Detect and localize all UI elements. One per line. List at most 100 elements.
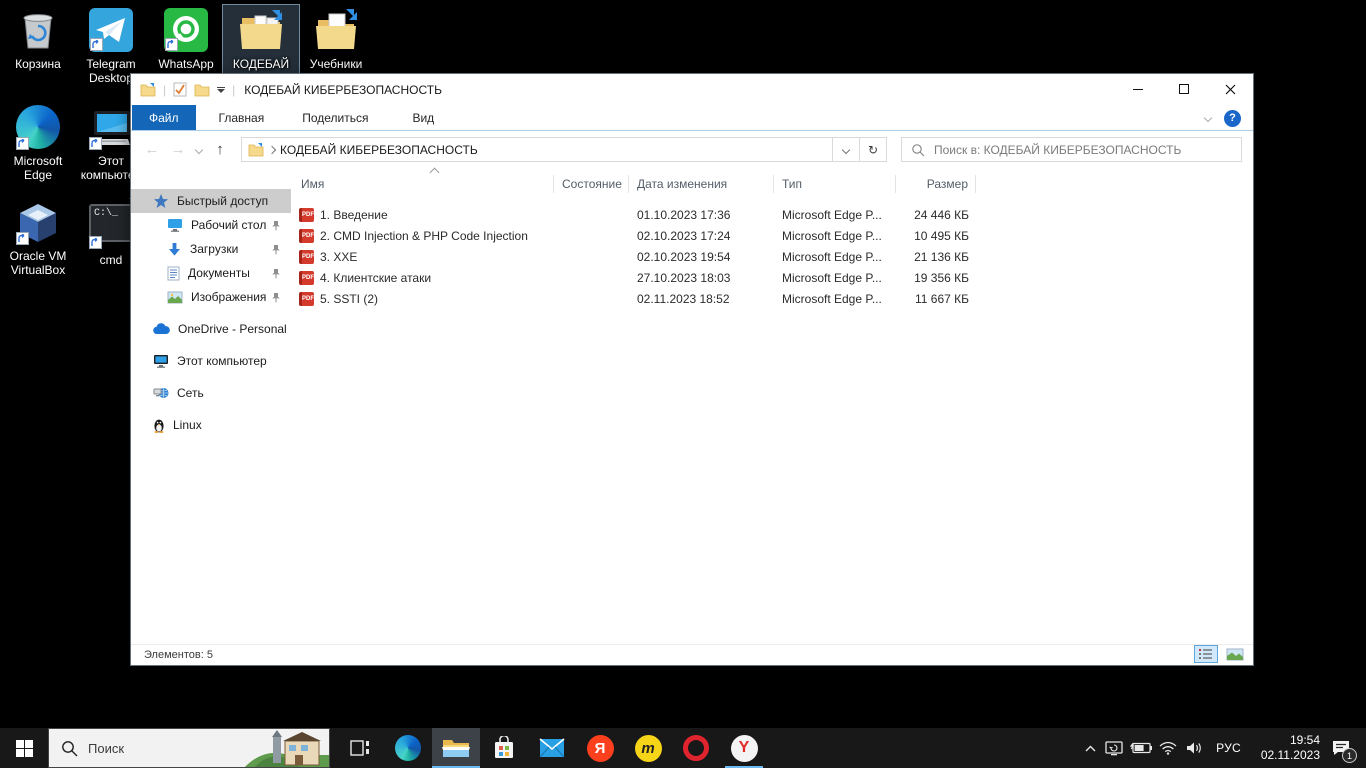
file-row[interactable]: PDF3. XXE 02.10.2023 19:54 Microsoft Edg… [291,246,1253,267]
mail-icon [539,738,565,758]
battery-icon[interactable] [1127,728,1155,768]
taskbar-opera-button[interactable] [672,728,720,768]
desktop-icon-kodebay[interactable]: КОДЕБАЙ [223,5,299,74]
forward-button[interactable]: → [165,141,191,158]
recent-locations-icon[interactable] [195,145,203,153]
recycle-bin-icon [15,8,61,54]
up-button[interactable]: ↑ [207,141,233,158]
folder-pdf-icon [313,8,359,54]
sidebar-item-network[interactable]: Сеть [131,381,291,405]
file-name: 1. Введение [320,208,388,222]
file-row[interactable]: PDF4. Клиентские атаки 27.10.2023 18:03 … [291,267,1253,288]
quick-access-toolbar: | | [131,82,235,97]
taskbar-search-input[interactable] [88,741,218,756]
taskbar-mail-button[interactable] [528,728,576,768]
back-button[interactable]: ← [139,141,165,158]
taskbar-store-button[interactable] [480,728,528,768]
tab-view[interactable]: Вид [399,105,447,130]
breadcrumb[interactable]: КОДЕБАЙ КИБЕРБЕЗОПАСНОСТЬ [280,143,478,157]
pdf-file-icon: PDF [299,208,314,222]
taskbar-yandex-button[interactable]: Я [576,728,624,768]
sidebar-item-label: OneDrive - Personal [178,322,287,336]
sidebar-item-documents[interactable]: Документы [131,261,291,285]
start-button[interactable] [0,728,48,768]
cmd-icon: C:\_ [88,204,134,250]
taskbar-yandex-browser-button[interactable]: Y [720,728,768,768]
properties-button-icon[interactable] [173,82,187,97]
edge-icon [15,105,61,151]
sidebar-item-label: Рабочий стол [191,218,266,232]
details-view-button[interactable] [1194,645,1218,663]
sidebar-item-pictures[interactable]: Изображения [131,285,291,309]
desktop-icon-label: Учебники [300,57,372,71]
tab-share[interactable]: Поделиться [289,105,381,130]
file-row[interactable]: PDF1. Введение 01.10.2023 17:36 Microsof… [291,204,1253,225]
breadcrumb-chevron-icon[interactable] [268,145,276,153]
desktop-icon-label: Microsoft Edge [2,154,74,182]
column-header-size[interactable]: Размер [896,175,976,193]
computer-icon [153,354,169,368]
wifi-icon[interactable] [1155,728,1181,768]
expand-ribbon-icon[interactable] [1204,114,1212,122]
address-bar[interactable]: КОДЕБАЙ КИБЕРБЕЗОПАСНОСТЬ [241,137,833,162]
desktop-icon-recycle-bin[interactable]: Корзина [0,5,76,74]
sidebar-item-label: Сеть [177,386,204,400]
maximize-button[interactable] [1161,74,1207,104]
desktop-icon-label: КОДЕБАЙ [225,57,297,71]
download-icon [167,242,182,257]
close-button[interactable] [1207,74,1253,104]
file-row[interactable]: PDF2. CMD Injection & PHP Code Injection… [291,225,1253,246]
taskbar-search[interactable] [48,728,330,768]
show-hidden-icons-button[interactable] [1079,728,1101,768]
sidebar-item-downloads[interactable]: Загрузки [131,237,291,261]
taskbar-edge-button[interactable] [384,728,432,768]
onedrive-cloud-icon [153,323,170,335]
pdf-file-icon: PDF [299,271,314,285]
file-type: Microsoft Edge P... [774,250,896,264]
desktop-icon-uchebniki[interactable]: Учебники [298,5,374,74]
sidebar-item-this-pc[interactable]: Этот компьютер [131,349,291,373]
column-header-date-modified[interactable]: Дата изменения [629,175,774,193]
taskbar-explorer-button[interactable] [432,728,480,768]
column-header-type[interactable]: Тип [774,175,896,193]
minimize-button[interactable] [1115,74,1161,104]
file-row[interactable]: PDF5. SSTI (2) 02.11.2023 18:52 Microsof… [291,288,1253,309]
sidebar-item-linux[interactable]: Linux [131,413,291,437]
column-header-name[interactable]: Имя [291,175,554,193]
action-center-button[interactable]: 1 [1324,728,1358,768]
tab-home[interactable]: Главная [206,105,278,130]
desktop-icon-virtualbox[interactable]: Oracle VM VirtualBox [0,197,76,280]
tab-file[interactable]: Файл [132,105,196,130]
large-icons-view-button[interactable] [1223,645,1247,663]
display-sync-icon[interactable] [1101,728,1127,768]
volume-icon[interactable] [1181,728,1207,768]
pdf-file-icon: PDF [299,229,314,243]
title-bar[interactable]: | | КОДЕБАЙ КИБЕРБЕЗОПАСНОСТЬ [131,74,1253,105]
help-icon[interactable]: ? [1224,110,1241,127]
address-dropdown-button[interactable] [833,137,860,162]
task-view-button[interactable] [336,728,384,768]
sidebar-item-onedrive[interactable]: OneDrive - Personal [131,317,291,341]
pdf-file-icon: PDF [299,292,314,306]
column-header-status[interactable]: Состояние [554,175,629,193]
clock[interactable]: 19:54 02.11.2023 [1250,733,1324,763]
sidebar-item-quick-access[interactable]: Быстрый доступ [131,189,291,213]
file-date: 01.10.2023 17:36 [629,208,774,222]
system-tray: РУС 19:54 02.11.2023 1 [1079,728,1366,768]
desktop-icon-edge[interactable]: Microsoft Edge [0,102,76,185]
desktop-icon-whatsapp[interactable]: WhatsApp [148,5,224,74]
pdf-file-icon: PDF [299,250,314,264]
language-indicator[interactable]: РУС [1207,728,1250,768]
customize-qat-button-icon[interactable] [217,87,225,93]
search-input[interactable] [934,143,1232,157]
sidebar-item-desktop[interactable]: Рабочий стол [131,213,291,237]
telegram-icon [88,8,134,54]
separator: | [232,83,235,97]
sidebar-item-label: Изображения [191,290,266,304]
virtualbox-icon [15,200,61,246]
new-folder-button-icon[interactable] [194,83,210,97]
refresh-button[interactable]: ↻ [860,137,887,162]
taskbar-amigo-button[interactable]: m [624,728,672,768]
search-box[interactable] [901,137,1242,162]
yandex-browser-icon: Y [731,735,758,762]
